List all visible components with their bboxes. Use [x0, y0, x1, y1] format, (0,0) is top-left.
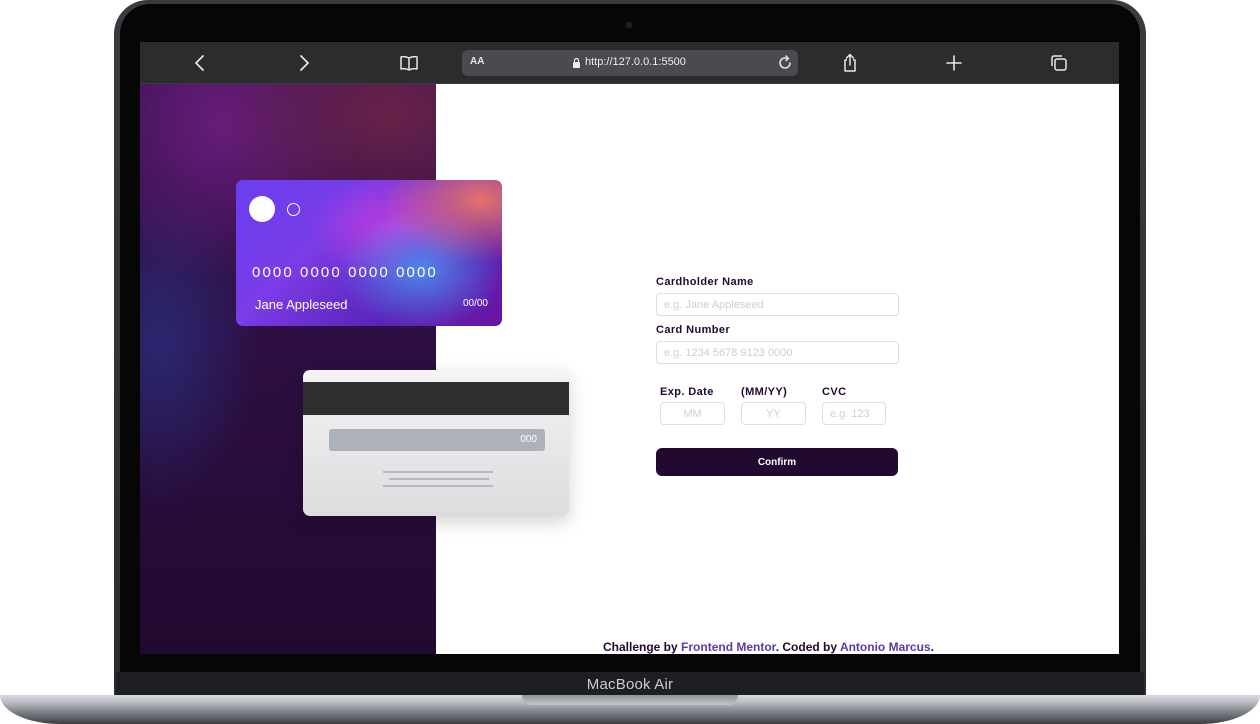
cardholder-input[interactable] [656, 293, 899, 316]
book-icon [400, 55, 418, 71]
new-tab-button[interactable] [941, 50, 967, 76]
web-page: 0000 0000 0000 0000 Jane Appleseed 00/00… [140, 84, 1119, 654]
laptop-notch [522, 695, 738, 705]
forward-button[interactable] [291, 50, 317, 76]
back-button[interactable] [187, 50, 213, 76]
frontend-mentor-link[interactable]: Frontend Mentor [681, 640, 776, 654]
attribution-suffix: . [930, 640, 934, 654]
exp-year-input[interactable] [741, 402, 806, 425]
card-logo-circle-large [249, 196, 275, 222]
exp-format-label: (MM/YY) [741, 386, 788, 398]
attribution-prefix: Challenge by [603, 640, 682, 654]
cvc-input[interactable] [822, 402, 886, 425]
author-link[interactable]: Antonio Marcus [840, 640, 931, 654]
url-display: http://127.0.0.1:5500 [572, 56, 686, 68]
confirm-button[interactable]: Confirm [656, 448, 898, 476]
gradient-sidebar [140, 84, 436, 654]
camera-icon [626, 22, 632, 28]
card-expiry-display: 00/00 [462, 298, 488, 309]
cardholder-label: Cardholder Name [656, 276, 754, 288]
chevron-right-icon [300, 55, 309, 71]
card-number-label: Card Number [656, 324, 731, 336]
card-number-display: 0000 0000 0000 0000 [252, 264, 438, 281]
card-name-display: Jane Appleseed [255, 297, 348, 312]
url-text: http://127.0.0.1:5500 [585, 56, 686, 68]
attribution-middle: . Coded by [775, 640, 840, 654]
plus-icon [946, 55, 962, 71]
lock-icon [573, 57, 580, 68]
share-button[interactable] [837, 50, 863, 76]
signature-strip: 000 [329, 429, 545, 451]
attribution-footer: Challenge by Frontend Mentor. Coded by A… [603, 640, 934, 654]
reload-icon[interactable] [776, 54, 794, 72]
browser-toolbar: AA http://127.0.0.1:5500 [140, 42, 1119, 84]
card-fine-print [383, 471, 493, 492]
card-cvc-display: 000 [520, 434, 537, 445]
card-back: 000 [303, 370, 569, 516]
reader-mode-button[interactable]: AA [470, 56, 484, 67]
cvc-label: CVC [822, 386, 847, 398]
card-logo-circle-small [287, 203, 300, 216]
magnetic-strip [303, 382, 569, 415]
device-model-label: MacBook Air [586, 676, 674, 693]
address-bar[interactable]: AA http://127.0.0.1:5500 [462, 50, 798, 76]
share-icon [844, 53, 856, 72]
bookmarks-button[interactable] [396, 50, 422, 76]
tabs-icon [1051, 55, 1067, 71]
card-front: 0000 0000 0000 0000 Jane Appleseed 00/00 [236, 180, 502, 326]
tabs-overview-button[interactable] [1046, 50, 1072, 76]
exp-month-input[interactable] [660, 402, 725, 425]
card-number-input[interactable] [656, 341, 899, 364]
chevron-left-icon [195, 55, 204, 71]
exp-date-label: Exp. Date [660, 386, 714, 398]
browser-screen: AA http://127.0.0.1:5500 0000 0000 0000 … [140, 42, 1119, 654]
